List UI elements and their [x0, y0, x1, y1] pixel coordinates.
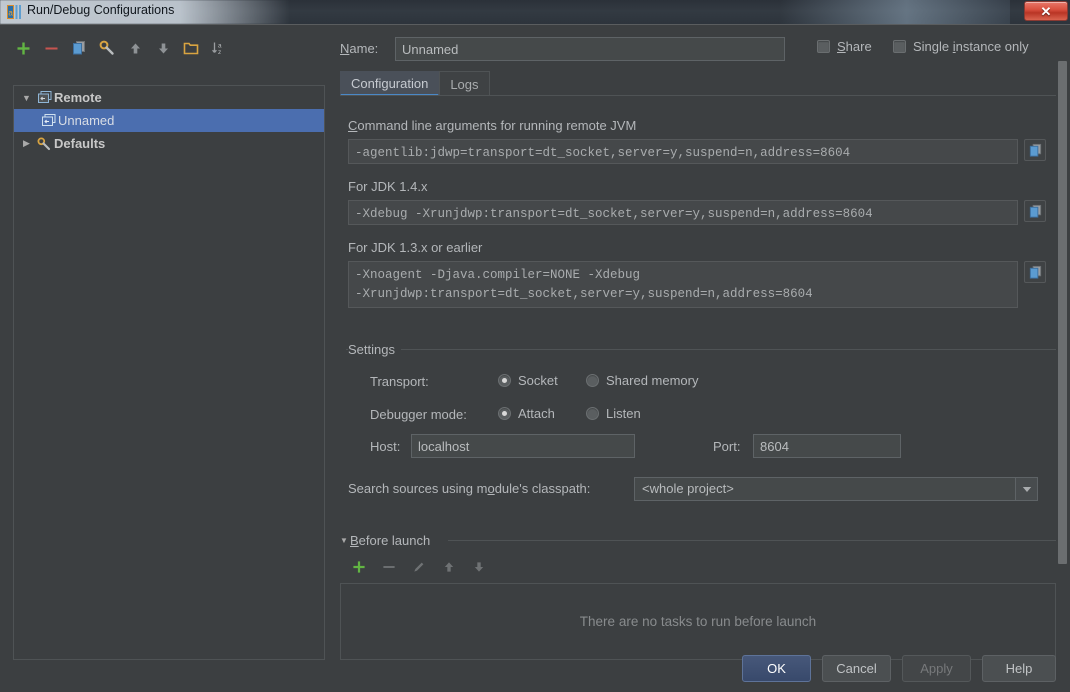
move-up-button[interactable]: [122, 36, 148, 60]
add-configuration-button[interactable]: [10, 36, 36, 60]
settings-group-label: Settings: [348, 342, 401, 357]
cancel-button[interactable]: Cancel: [822, 655, 891, 682]
tree-item-remote[interactable]: ▼ Remote: [14, 86, 324, 109]
name-label: Name:: [340, 41, 379, 56]
debugger-mode-label: Debugger mode:: [370, 407, 467, 422]
tree-item-label: Remote: [54, 90, 102, 105]
window-title: Run/Debug Configurations: [27, 3, 175, 17]
before-launch-label[interactable]: Before launch: [350, 533, 430, 548]
debugger-mode-listen-label: Listen: [606, 406, 641, 421]
tab-logs[interactable]: Logs: [439, 71, 490, 96]
remove-task-button: [376, 555, 402, 579]
copy-cmdline-button[interactable]: [1024, 139, 1046, 161]
editor-tabs: Configuration Logs: [340, 71, 490, 96]
ok-button[interactable]: OK: [742, 655, 811, 682]
copy-configuration-button[interactable]: [66, 36, 92, 60]
wrench-icon[interactable]: [94, 36, 120, 60]
classpath-combobox[interactable]: <whole project>: [634, 477, 1038, 501]
transport-shared-memory-radio[interactable]: Shared memory: [586, 373, 698, 388]
share-checkbox[interactable]: Share: [817, 39, 872, 54]
single-instance-checkbox[interactable]: Single instance only: [893, 39, 1029, 54]
editor-scrollbar[interactable]: [1057, 61, 1068, 661]
tree-item-defaults[interactable]: ▶ Defaults: [14, 132, 324, 155]
remote-icon: [39, 114, 58, 127]
configuration-editor-pane: Name: Share Single instance only Configu…: [338, 25, 1070, 692]
copy-jdk13-button[interactable]: [1024, 261, 1046, 283]
radio-button: [586, 407, 599, 420]
transport-socket-radio[interactable]: Socket: [498, 373, 558, 388]
checkbox-box: [893, 40, 906, 53]
single-instance-label: Single instance only: [913, 39, 1029, 54]
configurations-tree[interactable]: ▼ Remote Unnamed ▶ Defaults: [13, 85, 325, 660]
jdk13-value[interactable]: -Xnoagent -Djava.compiler=NONE -Xdebug -…: [348, 261, 1018, 308]
add-task-button[interactable]: [346, 555, 372, 579]
tree-item-label: Unnamed: [58, 113, 115, 128]
chevron-down-icon[interactable]: [1015, 478, 1037, 500]
remote-icon: [35, 91, 54, 104]
debugger-mode-attach-label: Attach: [518, 406, 555, 421]
move-down-button[interactable]: [150, 36, 176, 60]
chevron-right-icon[interactable]: ▶: [18, 138, 35, 149]
jdk14-label: For JDK 1.4.x: [348, 179, 428, 194]
sort-alpha-icon[interactable]: a z: [206, 36, 232, 60]
close-icon[interactable]: ✕: [1024, 1, 1068, 21]
chevron-down-icon[interactable]: ▼: [18, 93, 35, 103]
host-label: Host:: [370, 439, 401, 454]
window-titlebar: a Run/Debug Configurations ✕: [0, 0, 1070, 24]
create-folder-button[interactable]: [178, 36, 204, 60]
help-button[interactable]: Help: [982, 655, 1056, 682]
tab-configuration[interactable]: Configuration: [340, 71, 440, 96]
name-input[interactable]: [395, 37, 785, 61]
idea-icon: a: [7, 5, 22, 19]
tree-item-unnamed[interactable]: Unnamed: [14, 109, 324, 132]
before-launch-task-list[interactable]: There are no tasks to run before launch: [340, 583, 1056, 660]
dialog-button-bar: OK Cancel Apply Help: [742, 655, 1056, 682]
debugger-mode-attach-radio[interactable]: Attach: [498, 406, 555, 421]
port-input[interactable]: [753, 434, 901, 458]
task-move-up-button: [436, 555, 462, 579]
tab-divider: [340, 95, 1056, 96]
wrench-icon: [35, 137, 54, 151]
svg-text:a: a: [8, 9, 13, 18]
task-move-down-button: [466, 555, 492, 579]
run-debug-configurations-dialog: a z ▼ Remote Unnamed ▶ Defaults Name: Un…: [0, 24, 1070, 692]
radio-button: [498, 374, 511, 387]
svg-text:z: z: [218, 49, 221, 56]
settings-group-border: [346, 349, 1056, 350]
jdk13-label: For JDK 1.3.x or earlier: [348, 240, 483, 255]
before-launch-collapse-arrow[interactable]: ▼: [340, 536, 348, 545]
checkbox-box: [817, 40, 830, 53]
classpath-value: <whole project>: [642, 481, 734, 496]
cmdline-label: Command line arguments for running remot…: [348, 118, 637, 133]
before-launch-empty-message: There are no tasks to run before launch: [579, 614, 817, 629]
transport-shared-memory-label: Shared memory: [606, 373, 699, 388]
debugger-mode-listen-radio[interactable]: Listen: [586, 406, 641, 421]
tree-item-label: Defaults: [54, 136, 106, 151]
classpath-label: Search sources using module's classpath:: [348, 481, 591, 496]
host-input[interactable]: [411, 434, 635, 458]
apply-button: Apply: [902, 655, 971, 682]
edit-task-button: [406, 555, 432, 579]
share-label: Share: [837, 39, 872, 54]
transport-socket-label: Socket: [518, 373, 558, 388]
radio-button: [498, 407, 511, 420]
before-launch-divider: [448, 540, 1056, 541]
cmdline-value[interactable]: -agentlib:jdwp=transport=dt_socket,serve…: [348, 139, 1018, 164]
scrollbar-thumb[interactable]: [1058, 61, 1067, 564]
configurations-toolbar: a z: [10, 35, 320, 61]
titlebar-glow: [780, 0, 1010, 24]
remove-configuration-button[interactable]: [38, 36, 64, 60]
port-label: Port:: [713, 439, 741, 454]
radio-button: [586, 374, 599, 387]
transport-label: Transport:: [370, 374, 429, 389]
jdk14-value[interactable]: -Xdebug -Xrunjdwp:transport=dt_socket,se…: [348, 200, 1018, 225]
before-launch-toolbar: [346, 555, 492, 579]
copy-jdk14-button[interactable]: [1024, 200, 1046, 222]
